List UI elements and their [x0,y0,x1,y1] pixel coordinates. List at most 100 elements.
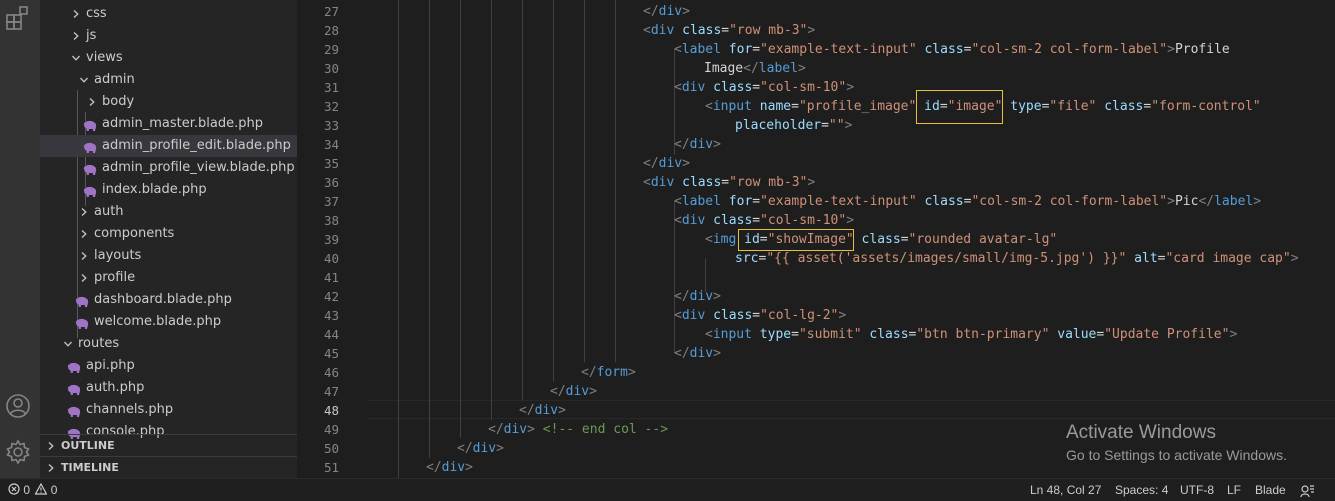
problems-indicator[interactable]: 0 0 [8,479,57,501]
code-token: type [759,327,792,342]
cursor-position[interactable]: Ln 48, Col 27 [1030,479,1101,501]
search-highlight-box [916,90,1003,124]
code-line[interactable]: </form> [297,363,1335,382]
code-line[interactable]: src="{{ asset('assets/images/small/img-5… [297,249,1335,268]
code-token: > [682,4,690,19]
code-token: type [1010,99,1042,114]
php-elephant-icon [67,404,81,417]
code-line[interactable]: <div class="col-sm-10"> [297,78,1335,97]
code-line[interactable]: Image</label> [297,59,1335,78]
eol-setting[interactable]: LF [1227,479,1241,501]
file-admin-profile-view-blade-php[interactable]: admin_profile_view.blade.php [40,157,297,179]
folder-views[interactable]: views [40,47,297,69]
php-elephant-icon [83,118,97,131]
code-text: <label for="example-text-input" class="c… [674,192,1261,211]
code-line[interactable]: </div> [297,135,1335,154]
code-line[interactable]: <div class="row mb-3"> [297,173,1335,192]
file-welcome-blade-php[interactable]: welcome.blade.php [40,311,297,333]
code-line[interactable]: </div> [297,344,1335,363]
code-token: = [752,42,761,57]
file-api-php[interactable]: api.php [40,355,297,377]
watermark-subtitle: Go to Settings to activate Windows. [1066,447,1287,463]
code-line[interactable]: <label for="example-text-input" class="c… [297,192,1335,211]
code-token: div [681,308,714,323]
code-line[interactable]: <input name="profile_image" id="image" t… [297,97,1335,116]
folder-css[interactable]: css [40,3,297,25]
code-token: label [681,194,729,209]
code-token: = [791,327,799,342]
encoding-setting[interactable]: UTF-8 [1180,479,1214,501]
file-index-blade-php[interactable]: index.blade.php [40,179,297,201]
code-line[interactable]: <div class="row mb-3"> [297,21,1335,40]
code-line[interactable]: placeholder=""> [297,116,1335,135]
code-token: "btn btn-primary" [916,327,1058,342]
status-bar: 0 0 Ln 48, Col 27 Spaces: 4 UTF-8 LF Bla… [0,478,1335,501]
code-line[interactable]: </div> [297,2,1335,21]
folder-routes[interactable]: routes [40,333,297,355]
code-editor[interactable]: 27 </div> 28 <div class="row mb-3"> 29 <label… [297,0,1335,478]
code-token: = [721,175,730,190]
chevron-right-icon [79,223,91,245]
error-icon [8,483,20,495]
search-highlight-box [738,229,854,251]
file-auth-php[interactable]: auth.php [40,377,297,399]
code-token: "row mb-3" [729,23,808,38]
code-line[interactable]: <label for="example-text-input" class="c… [297,40,1335,59]
code-token: < [705,232,713,247]
folder-layouts[interactable]: layouts [40,245,297,267]
chevron-right-icon [79,201,91,223]
indentation-setting[interactable]: Spaces: 4 [1115,479,1168,501]
code-token: </ [643,156,659,171]
code-token: > [1167,42,1175,57]
code-token: div [689,346,714,361]
account-icon[interactable] [4,392,32,420]
code-token: = [821,118,829,133]
code-line[interactable]: </div> [297,287,1335,306]
language-mode[interactable]: Blade [1255,479,1286,501]
php-elephant-icon [83,184,97,197]
feedback-icon[interactable] [1300,483,1315,501]
folder-components[interactable]: components [40,223,297,245]
code-text: <div class="row mb-3"> [643,21,815,40]
code-text: src="{{ asset('assets/images/small/img-5… [735,249,1299,268]
code-line[interactable] [297,268,1335,287]
code-token: Profile [1174,42,1230,57]
code-token: < [705,327,713,342]
code-token: > [496,441,504,456]
file-channels-php[interactable]: channels.php [40,399,297,421]
extensions-icon[interactable] [4,4,32,32]
code-token: "card image cap" [1165,251,1291,266]
tree-item-label: css [86,6,107,21]
code-line[interactable]: <input type="submit" class="btn btn-prim… [297,325,1335,344]
code-line[interactable]: </div> [297,382,1335,401]
code-line[interactable]: <div class="col-lg-2"> [297,306,1335,325]
file-admin-master-blade-php[interactable]: admin_master.blade.php [40,113,297,135]
code-token: class [924,42,964,57]
file-admin-profile-edit-blade-php[interactable]: admin_profile_edit.blade.php [40,135,297,157]
code-token: > [807,175,816,190]
code-token: </ [519,403,535,418]
folder-auth[interactable]: auth [40,201,297,223]
folder-profile[interactable]: profile [40,267,297,289]
folder-body[interactable]: body [40,91,297,113]
code-token: form [596,365,628,380]
code-token: alt [1134,251,1158,266]
code-line[interactable]: </div> [297,154,1335,173]
code-token: = [721,23,730,38]
code-line[interactable]: </div> [297,401,1335,420]
code-token: > [589,384,597,399]
outline-panel-header[interactable]: OUTLINE [40,434,297,456]
folder-js[interactable]: js [40,25,297,47]
chevron-down-icon [71,47,83,69]
timeline-panel-header[interactable]: TIMELINE [40,456,297,478]
code-token: > [1253,194,1262,209]
tree-item-label: components [94,226,175,241]
explorer-sidebar: css js views admin body admin_master.blade.ph… [40,0,297,478]
code-token: > [1290,251,1299,266]
code-line[interactable]: <div class="col-sm-10"> [297,211,1335,230]
tree-item-label: index.blade.php [102,182,207,197]
folder-admin[interactable]: admin [40,69,297,91]
settings-gear-icon[interactable] [4,438,32,466]
warning-count: 0 [50,483,58,497]
file-dashboard-blade-php[interactable]: dashboard.blade.php [40,289,297,311]
